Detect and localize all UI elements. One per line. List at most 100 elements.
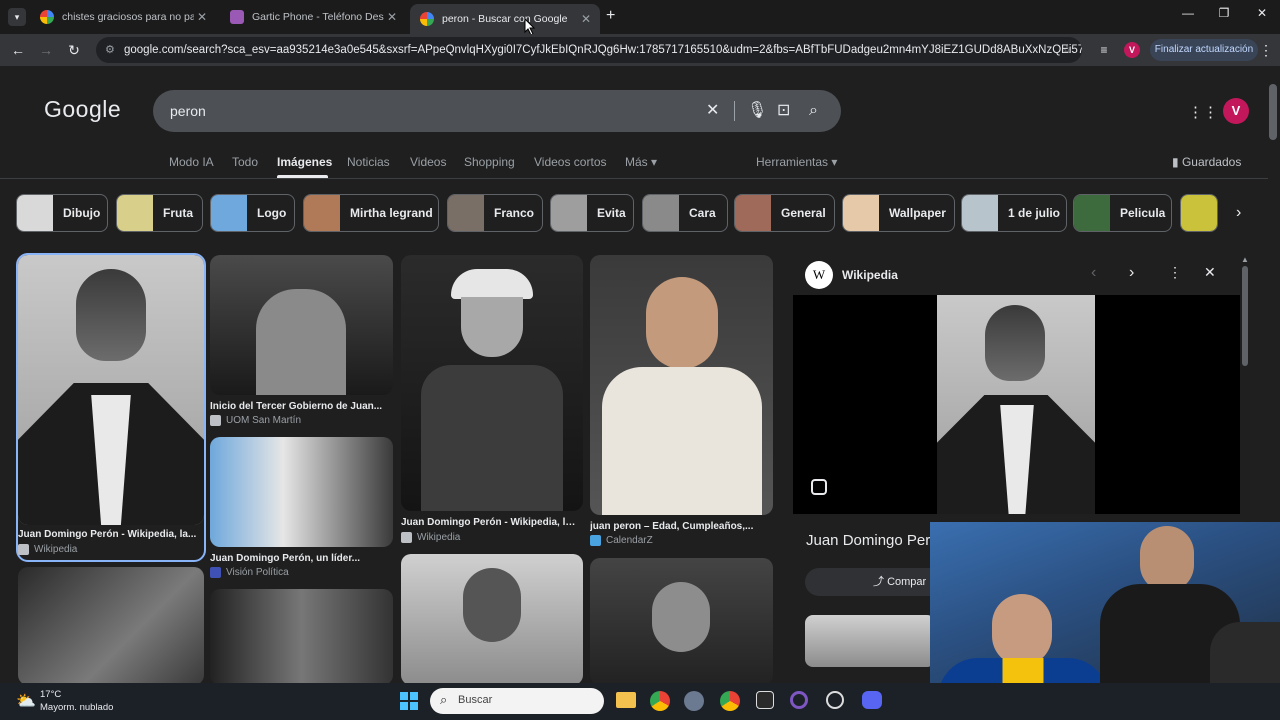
microphone-icon[interactable]: 🎙 xyxy=(747,90,767,132)
panel-scrollbar[interactable] xyxy=(1242,266,1248,366)
result-image[interactable] xyxy=(18,255,204,525)
result-card[interactable]: Juan Domingo Perón - Wikipedia, la... Wi… xyxy=(401,255,583,547)
tab-peron[interactable]: peron - Buscar con Google ✕ xyxy=(410,4,600,34)
tab-close-icon[interactable]: ✕ xyxy=(384,10,400,24)
result-image[interactable] xyxy=(590,255,773,515)
windows-start-icon[interactable] xyxy=(400,692,418,710)
result-image[interactable] xyxy=(590,558,773,685)
tab-noticias[interactable]: Noticias xyxy=(347,155,390,169)
result-card[interactable]: Juan Domingo Perón - Wikipedia, la... Wi… xyxy=(16,253,206,562)
chip-more[interactable] xyxy=(1180,194,1218,232)
app-icon-circle[interactable] xyxy=(790,691,808,709)
new-tab-button[interactable]: + xyxy=(606,7,615,25)
app-icon[interactable] xyxy=(756,691,774,709)
taskbar-search[interactable]: ⌕ Buscar xyxy=(430,688,604,714)
chip-fruta[interactable]: Fruta xyxy=(116,194,203,232)
tab-mas[interactable]: Más ▾ xyxy=(625,155,657,169)
saved-button[interactable]: ▮ Guardados xyxy=(1172,155,1241,169)
result-image[interactable] xyxy=(210,589,393,685)
result-card[interactable]: Juan Domingo Perón, un líder... Visión P… xyxy=(210,437,393,580)
result-card[interactable] xyxy=(210,589,393,685)
chip-pelicula[interactable]: Pelicula xyxy=(1073,194,1172,232)
tab-modo-ia[interactable]: Modo IA xyxy=(169,155,214,169)
result-image[interactable] xyxy=(18,567,204,685)
address-bar[interactable]: ⚙ google.com/search?sca_esv=aa935214e3a0… xyxy=(96,37,1082,63)
tab-search-button[interactable]: ▾ xyxy=(8,8,26,26)
tab-chistes[interactable]: chistes graciosos para no parar ✕ xyxy=(30,4,216,30)
close-window-button[interactable]: ✕ xyxy=(1242,6,1280,26)
result-image[interactable] xyxy=(210,437,393,547)
search-icon[interactable]: ⌕ xyxy=(809,90,818,132)
chip-logo[interactable]: Logo xyxy=(210,194,295,232)
related-thumbnail[interactable] xyxy=(805,615,935,667)
search-box[interactable]: peron ✕ 🎙 ⊡ ⌕ xyxy=(153,90,841,132)
weather-widget[interactable]: ⛅ 17°C Mayorm. nublado xyxy=(14,687,134,717)
chip-mirtha-legrand[interactable]: Mirtha legrand xyxy=(303,194,439,232)
restore-button[interactable]: ❐ xyxy=(1204,6,1244,26)
result-card[interactable] xyxy=(401,554,583,685)
page-scrollbar[interactable] xyxy=(1269,84,1277,140)
tab-close-icon[interactable]: ✕ xyxy=(194,10,210,24)
chip-franco[interactable]: Franco xyxy=(447,194,543,232)
media-controls-icon[interactable]: ≡ xyxy=(1094,40,1114,60)
result-card[interactable] xyxy=(590,558,773,685)
result-image[interactable] xyxy=(401,255,583,511)
result-image[interactable] xyxy=(210,255,393,395)
app-icon-loop[interactable] xyxy=(826,691,844,709)
profile-avatar[interactable]: V xyxy=(1124,42,1140,58)
result-title[interactable]: juan peron – Edad, Cumpleaños,... xyxy=(590,521,770,532)
update-button[interactable]: Finalizar actualización xyxy=(1150,39,1258,61)
settings-icon[interactable] xyxy=(684,691,704,711)
bookmark-star-icon[interactable]: ☆ xyxy=(1062,37,1072,63)
chip-1-de-julio[interactable]: 1 de julio xyxy=(961,194,1067,232)
forward-icon[interactable]: → xyxy=(36,40,56,60)
more-options-icon[interactable]: ⋮ xyxy=(1168,264,1182,281)
site-info-icon[interactable]: ⚙ xyxy=(105,37,115,63)
tab-close-icon[interactable]: ✕ xyxy=(578,12,594,26)
result-image[interactable] xyxy=(401,554,583,685)
tab-gartic[interactable]: Gartic Phone - Teléfono Descon ✕ xyxy=(220,4,406,30)
next-icon[interactable]: › xyxy=(1129,264,1134,282)
result-card[interactable] xyxy=(18,567,204,685)
search-input[interactable]: peron xyxy=(170,90,206,132)
chrome-icon[interactable] xyxy=(650,691,670,711)
account-avatar[interactable]: V xyxy=(1223,98,1249,124)
close-icon[interactable]: ✕ xyxy=(1204,264,1216,281)
file-explorer-icon[interactable] xyxy=(616,692,636,708)
result-title[interactable]: Inicio del Tercer Gobierno de Juan... xyxy=(210,401,390,412)
result-card[interactable]: Inicio del Tercer Gobierno de Juan... UO… xyxy=(210,255,393,427)
panel-scroll-up-icon[interactable]: ▲ xyxy=(1241,255,1249,264)
result-title[interactable]: Juan Domingo Perón - Wikipedia, la... xyxy=(18,529,198,540)
lens-icon[interactable]: ⊡ xyxy=(777,90,790,132)
result-card[interactable]: juan peron – Edad, Cumpleaños,... Calend… xyxy=(590,255,773,549)
reload-icon[interactable]: ↻ xyxy=(64,40,84,60)
preview-title[interactable]: Juan Domingo Perón xyxy=(806,532,947,549)
preview-image-frame[interactable] xyxy=(793,295,1240,514)
chip-general[interactable]: General xyxy=(734,194,835,232)
apps-grid-icon[interactable]: ⋮⋮ xyxy=(1188,103,1218,121)
tab-videos[interactable]: Videos xyxy=(410,155,446,169)
menu-kebab-icon[interactable]: ⋮ xyxy=(1256,40,1276,60)
tab-shopping[interactable]: Shopping xyxy=(464,155,515,169)
tab-imagenes[interactable]: Imágenes xyxy=(277,155,332,169)
preview-site[interactable]: Wikipedia xyxy=(842,268,898,282)
tools-button[interactable]: Herramientas ▾ xyxy=(756,155,837,169)
chip-evita[interactable]: Evita xyxy=(550,194,634,232)
chips-next-icon[interactable]: › xyxy=(1236,204,1241,222)
tab-todo[interactable]: Todo xyxy=(232,155,258,169)
result-title[interactable]: Juan Domingo Perón - Wikipedia, la... xyxy=(401,517,579,528)
chip-dibujo[interactable]: Dibujo xyxy=(16,194,108,232)
chip-cara[interactable]: Cara xyxy=(642,194,728,232)
chrome-profile-icon[interactable] xyxy=(720,691,740,711)
discord-icon[interactable] xyxy=(862,691,882,709)
chip-wallpaper[interactable]: Wallpaper xyxy=(842,194,955,232)
clear-icon[interactable]: ✕ xyxy=(706,90,719,132)
result-title[interactable]: Juan Domingo Perón, un líder... xyxy=(210,553,390,564)
lens-search-icon[interactable] xyxy=(811,479,827,495)
google-logo[interactable]: Google xyxy=(44,96,121,123)
prev-icon[interactable]: ‹ xyxy=(1091,264,1096,282)
minimize-button[interactable]: — xyxy=(1168,6,1208,26)
tab-videos-cortos[interactable]: Videos cortos xyxy=(534,155,607,169)
back-icon[interactable]: ← xyxy=(8,40,28,60)
preview-image[interactable] xyxy=(937,295,1095,514)
